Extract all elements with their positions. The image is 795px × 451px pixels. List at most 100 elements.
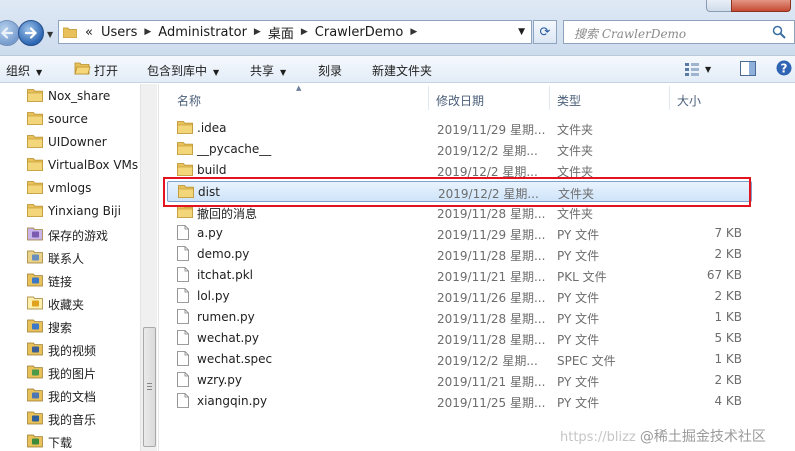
sidebar-item[interactable]: UIDowner (0, 131, 140, 153)
file-row[interactable]: xiangqin.py 2019/11/25 星期... PY 文件 4 KB (167, 391, 752, 412)
sidebar-item[interactable]: 我的视频 (0, 338, 140, 360)
sidebar-item[interactable]: VirtualBox VMs (0, 154, 140, 176)
help-icon[interactable]: ? (776, 60, 792, 76)
back-button[interactable] (0, 20, 20, 46)
breadcrumb-overflow[interactable]: « (81, 25, 97, 40)
open-button[interactable]: 打开 (94, 62, 118, 79)
scrollbar-thumb[interactable] (143, 327, 156, 447)
file-row[interactable]: wzry.py 2019/11/21 星期... PY 文件 2 KB (167, 370, 752, 391)
column-divider[interactable] (669, 86, 670, 110)
file-icon (177, 246, 189, 261)
breadcrumb-item[interactable]: Users (97, 25, 141, 40)
sidebar-item-label: vmlogs (48, 181, 92, 195)
refresh-button[interactable]: ⟳ (533, 20, 557, 44)
file-type: 文件夹 (557, 207, 594, 221)
caret-down-icon: ▼ (36, 68, 43, 77)
sidebar-item[interactable]: 我的图片 (0, 361, 140, 383)
column-divider[interactable] (428, 86, 429, 110)
sidebar-item[interactable]: 链接 (0, 269, 140, 291)
file-row[interactable]: a.py 2019/11/29 星期... PY 文件 7 KB (167, 223, 752, 244)
forward-button[interactable] (18, 20, 44, 46)
file-type: PY 文件 (557, 396, 600, 410)
breadcrumb-separator-icon[interactable]: ▶ (298, 27, 311, 37)
search-input[interactable]: 搜索 CrawlerDemo (563, 20, 795, 44)
address-bar: ▼ « Users ▶ Administrator ▶ 桌面 ▶ Crawler… (0, 0, 795, 56)
recent-pages-dropdown[interactable]: ▼ (47, 30, 53, 39)
column-divider[interactable] (549, 86, 550, 110)
breadcrumb-item[interactable]: CrawlerDemo (311, 25, 408, 40)
column-header-type[interactable]: 类型 (557, 84, 581, 110)
file-row[interactable]: wechat.spec 2019/12/2 星期... SPEC 文件 1 KB (167, 349, 752, 370)
file-icon (177, 351, 189, 366)
file-list[interactable]: ▲ 名称 修改日期 类型 大小 .idea 2019/11/29 星期... 文件夹… (158, 84, 795, 451)
file-row[interactable]: itchat.pkl 2019/11/21 星期... PKL 文件 67 KB (167, 265, 752, 286)
sidebar-item[interactable]: Nox_share (0, 85, 140, 107)
sidebar-item[interactable]: source (0, 108, 140, 130)
file-row[interactable]: rumen.py 2019/11/28 星期... PY 文件 1 KB (167, 307, 752, 328)
file-date: 2019/12/2 星期... (437, 354, 538, 368)
breadcrumb[interactable]: « Users ▶ Administrator ▶ 桌面 ▶ CrawlerDe… (58, 20, 532, 44)
file-icon (177, 288, 189, 303)
search-icon[interactable] (772, 25, 786, 39)
file-icon (177, 267, 189, 282)
file-name: wechat.spec (197, 352, 273, 366)
sidebar-item[interactable]: 下载 (0, 430, 140, 451)
column-header-size[interactable]: 大小 (677, 84, 701, 110)
close-button[interactable] (731, 0, 791, 12)
file-date: 2019/11/25 星期... (437, 396, 546, 410)
organize-menu[interactable]: 组织 ▼ (6, 62, 42, 79)
file-icon (177, 225, 189, 240)
column-header-date[interactable]: 修改日期 (436, 84, 484, 110)
sidebar-item-label: VirtualBox VMs (48, 158, 139, 172)
chevron-down-icon[interactable]: ▼ (518, 27, 525, 37)
view-options-caret-icon[interactable]: ▼ (705, 65, 711, 74)
breadcrumb-separator-icon[interactable]: ▶ (407, 27, 420, 37)
file-row[interactable]: .idea 2019/11/29 星期... 文件夹 (167, 118, 752, 139)
sidebar-item[interactable]: 我的文档 (0, 384, 140, 406)
file-type: SPEC 文件 (557, 354, 616, 368)
minimize-button[interactable] (706, 0, 732, 12)
folder-icon (27, 135, 43, 148)
column-header-name[interactable]: 名称 (177, 84, 201, 110)
file-name: xiangqin.py (197, 394, 268, 408)
file-name: rumen.py (197, 310, 255, 324)
file-type: PY 文件 (557, 333, 600, 347)
navigation-scrollbar[interactable] (140, 84, 157, 451)
sidebar-item[interactable]: 收藏夹 (0, 292, 140, 314)
folder-icon (27, 181, 43, 194)
file-row[interactable]: wechat.py 2019/11/28 星期... PY 文件 5 KB (167, 328, 752, 349)
sidebar-item-label: 我的图片 (48, 367, 97, 381)
file-icon (177, 393, 189, 408)
breadcrumb-item[interactable]: 桌面 (264, 23, 298, 42)
file-row[interactable]: __pycache__ 2019/12/2 星期... 文件夹 (167, 139, 752, 160)
new-folder-button[interactable]: 新建文件夹 (372, 62, 432, 79)
sidebar-item[interactable]: 我的音乐 (0, 407, 140, 429)
videos-icon (27, 342, 43, 356)
file-type: PY 文件 (557, 228, 600, 242)
organize-label: 组织 (6, 64, 31, 78)
sidebar-item-label: 搜索 (48, 321, 73, 335)
sidebar-item[interactable]: 搜索 (0, 315, 140, 337)
breadcrumb-separator-icon[interactable]: ▶ (251, 27, 264, 37)
burn-button[interactable]: 刻录 (318, 62, 342, 79)
include-library-label: 包含到库中 (147, 64, 208, 78)
file-row[interactable]: demo.py 2019/11/28 星期... PY 文件 2 KB (167, 244, 752, 265)
share-menu[interactable]: 共享 ▼ (250, 62, 286, 79)
navigation-pane[interactable]: Nox_share source UIDowner VirtualBox VMs vml… (0, 84, 158, 451)
file-date: 2019/11/28 星期... (437, 249, 546, 263)
change-view-icon[interactable] (684, 62, 700, 76)
sidebar-item[interactable]: 联系人 (0, 246, 140, 268)
file-date: 2019/11/28 星期... (437, 207, 546, 221)
sidebar-item[interactable]: Yinxiang Biji (0, 200, 140, 222)
file-type: PY 文件 (557, 249, 600, 263)
file-type: PY 文件 (557, 375, 600, 389)
search-placeholder: 搜索 CrawlerDemo (574, 27, 687, 41)
sidebar-item[interactable]: vmlogs (0, 177, 140, 199)
preview-pane-icon[interactable] (740, 61, 756, 76)
breadcrumb-separator-icon[interactable]: ▶ (141, 27, 154, 37)
file-row[interactable]: lol.py 2019/11/26 星期... PY 文件 2 KB (167, 286, 752, 307)
include-in-library-menu[interactable]: 包含到库中 ▼ (147, 62, 219, 79)
sidebar-item-label: 保存的游戏 (48, 229, 109, 243)
breadcrumb-item[interactable]: Administrator (154, 25, 251, 40)
sidebar-item[interactable]: 保存的游戏 (0, 223, 140, 245)
